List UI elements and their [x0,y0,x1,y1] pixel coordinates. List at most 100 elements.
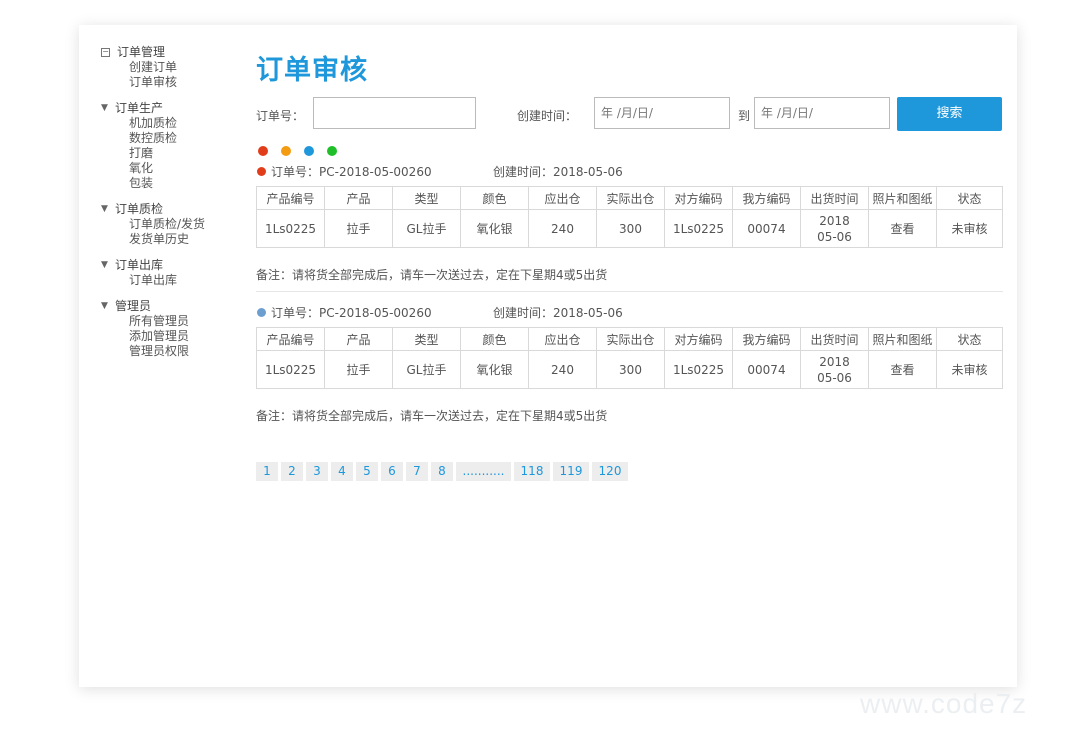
order-created-time: 创建时间：2018-05-06 [493,165,623,179]
order-header: 订单号：PC-2018-05-00260 创建时间：2018-05-06 [256,304,1003,320]
page-button[interactable]: 7 [406,462,428,481]
page-button[interactable]: 5 [356,462,378,481]
nav-sub-list: 机加质检 数控质检 打磨 氧化 包装 [101,116,241,191]
page-button[interactable]: 119 [553,462,589,481]
column-header: 对方编码 [664,186,733,210]
column-header: 应出仓 [528,186,597,210]
nav-item[interactable]: 订单质检/发货 [129,217,241,232]
order-status-dot [257,167,266,176]
page-button[interactable]: 4 [331,462,353,481]
table-header-row: 产品编号 产品 类型 颜色 应出仓 实际出仓 对方编码 我方编码 出货时间 照片和图纸 状态 [256,327,1003,351]
minus-box-icon[interactable]: − [101,48,110,57]
triangle-down-icon[interactable]: ▼ [101,258,113,273]
nav-item[interactable]: 订单审核 [129,75,241,90]
nav-group-header[interactable]: − 订单管理 [101,45,241,60]
search-button[interactable]: 搜索 [897,97,1002,131]
nav-item[interactable]: 管理员权限 [129,344,241,359]
status-link[interactable]: 未审核 [936,209,1003,248]
status-dot[interactable] [327,146,337,156]
pagination-ellipsis: ........... [456,462,511,481]
page-button[interactable]: 6 [381,462,403,481]
order-table: 产品编号 产品 类型 颜色 应出仓 实际出仓 对方编码 我方编码 出货时间 照片和图纸 状态 1Ls0… [256,327,1003,389]
table-cell: 氧化银 [460,350,529,389]
ship-date-cell: 2018 05-06 [800,350,869,389]
column-header: 产品编号 [256,186,325,210]
nav-item[interactable]: 氧化 [129,161,241,176]
nav-group-header[interactable]: ▼ 订单出库 [101,258,241,273]
column-header: 产品 [324,327,393,351]
triangle-down-icon[interactable]: ▼ [101,202,113,217]
table-cell: GL拉手 [392,350,461,389]
date-from-input[interactable]: 年 /月/日/ [594,97,730,129]
order-status-dot [257,308,266,317]
page-button[interactable]: 120 [592,462,628,481]
status-link[interactable]: 未审核 [936,350,1003,389]
search-bar: 订单号： 创建时间： 年 /月/日/ 到 年 /月/日/ 搜索 [256,97,1003,131]
nav-item[interactable]: 订单出库 [129,273,241,288]
nav-item[interactable]: 打磨 [129,146,241,161]
table-cell: 拉手 [324,209,393,248]
order-header: 订单号：PC-2018-05-00260 创建时间：2018-05-06 [256,163,1003,179]
nav-group: ▼ 订单出库 订单出库 [101,258,241,288]
column-header: 我方编码 [732,327,801,351]
table-cell: 240 [528,350,597,389]
nav-item[interactable]: 包装 [129,176,241,191]
status-dot[interactable] [258,146,268,156]
page-title: 订单审核 [256,55,368,86]
column-header: 产品编号 [256,327,325,351]
column-header: 应出仓 [528,327,597,351]
nav-group-label: 管理员 [115,299,152,313]
table-cell: 1Ls0225 [256,350,325,389]
column-header: 出货时间 [800,327,869,351]
page-button[interactable]: 118 [514,462,550,481]
nav-item[interactable]: 所有管理员 [129,314,241,329]
sidebar-nav: − 订单管理 创建订单 订单审核 ▼ 订单生产 机加质检 数控质检 打磨 氧化 包装 ▼ 订单质检 订单质… [101,45,241,370]
status-dot[interactable] [281,146,291,156]
created-time-label: 创建时间： [517,109,578,123]
nav-item[interactable]: 创建订单 [129,60,241,75]
order-number: 订单号：PC-2018-05-00260 [271,306,432,320]
table-cell: 1Ls0225 [664,209,733,248]
nav-item[interactable]: 数控质检 [129,131,241,146]
nav-group: ▼ 订单生产 机加质检 数控质检 打磨 氧化 包装 [101,101,241,191]
page-button[interactable]: 8 [431,462,453,481]
table-cell: 00074 [732,209,801,248]
nav-group-label: 订单质检 [115,202,164,216]
table-cell: 拉手 [324,350,393,389]
column-header: 出货时间 [800,186,869,210]
pagination: 1 2 3 4 5 6 7 8........... 118 119 120 [256,462,628,481]
status-dot[interactable] [304,146,314,156]
nav-group-header[interactable]: ▼ 管理员 [101,299,241,314]
column-header: 颜色 [460,327,529,351]
table-cell: 1Ls0225 [664,350,733,389]
view-link[interactable]: 查看 [868,209,937,248]
table-cell: 1Ls0225 [256,209,325,248]
column-header: 照片和图纸 [868,327,937,351]
nav-item[interactable]: 发货单历史 [129,232,241,247]
column-header: 状态 [936,186,1003,210]
triangle-down-icon[interactable]: ▼ [101,299,113,314]
nav-item[interactable]: 机加质检 [129,116,241,131]
order-no-label: 订单号： [256,109,305,123]
date-to-input[interactable]: 年 /月/日/ [754,97,890,129]
column-header: 产品 [324,186,393,210]
nav-sub-list: 订单质检/发货 发货单历史 [101,217,241,247]
order-no-input[interactable] [313,97,476,129]
nav-group-header[interactable]: ▼ 订单质检 [101,202,241,217]
triangle-down-icon[interactable]: ▼ [101,101,113,116]
column-header: 类型 [392,327,461,351]
order-remark: 备注：请将货全部完成后，请车一次送过去，定在下星期4或5出货 [256,268,608,282]
status-dots [258,146,337,156]
column-header: 我方编码 [732,186,801,210]
table-cell: 300 [596,350,665,389]
view-link[interactable]: 查看 [868,350,937,389]
nav-item[interactable]: 添加管理员 [129,329,241,344]
table-cell: 00074 [732,350,801,389]
nav-group-header[interactable]: ▼ 订单生产 [101,101,241,116]
table-cell: 氧化银 [460,209,529,248]
page-button[interactable]: 1 [256,462,278,481]
page-button[interactable]: 2 [281,462,303,481]
column-header: 类型 [392,186,461,210]
nav-group-label: 订单生产 [115,101,164,115]
page-button[interactable]: 3 [306,462,328,481]
